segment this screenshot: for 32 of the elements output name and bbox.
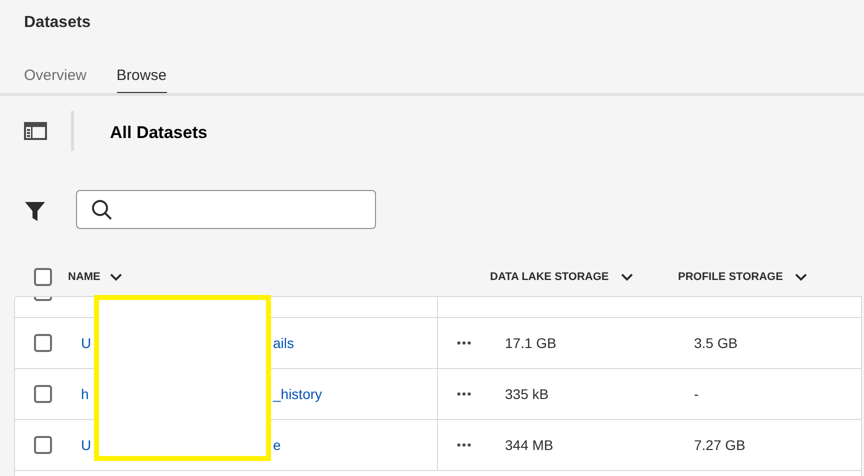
table-cell: 335 kB [505, 386, 549, 402]
checkbox[interactable] [34, 385, 52, 403]
table-cell: 3.5 GB [694, 334, 738, 350]
column-header[interactable]: DATA LAKE STORAGE [490, 268, 609, 286]
column-header[interactable]: PROFILE STORAGE [678, 268, 783, 286]
more-actions-button[interactable]: ••• [456, 436, 472, 454]
page-title: Datasets [24, 13, 91, 33]
more-actions-button[interactable]: ••• [456, 385, 472, 403]
panel-toggle-icon[interactable] [24, 122, 47, 140]
chevron-down-icon[interactable] [110, 273, 122, 281]
checkbox[interactable] [34, 334, 52, 352]
dataset-name-link[interactable]: _history [273, 384, 322, 404]
column-header[interactable]: NAME [68, 268, 100, 286]
dataset-name-link[interactable]: U [81, 434, 92, 456]
table-cell: 344 MB [505, 436, 554, 452]
checkbox[interactable] [34, 268, 52, 286]
checkbox[interactable] [34, 436, 52, 454]
table-cell: - [694, 386, 699, 402]
chevron-down-icon[interactable] [794, 273, 807, 281]
filter-icon[interactable] [24, 201, 46, 222]
dataset-name-link[interactable]: h [81, 384, 89, 404]
more-actions-button[interactable]: ••• [456, 334, 472, 352]
section-title: All Datasets [110, 122, 208, 144]
table-cell: 7.27 GB [694, 436, 746, 452]
tab[interactable]: Overview [24, 61, 87, 95]
table-cell: 17.1 GB [505, 334, 556, 350]
dataset-name-link[interactable]: e [273, 434, 281, 456]
dataset-name-link[interactable]: U [81, 332, 92, 354]
search-icon [91, 198, 113, 220]
chevron-down-icon[interactable] [620, 273, 633, 281]
search-field[interactable] [76, 190, 376, 229]
dataset-name-link[interactable]: ails [273, 332, 294, 354]
